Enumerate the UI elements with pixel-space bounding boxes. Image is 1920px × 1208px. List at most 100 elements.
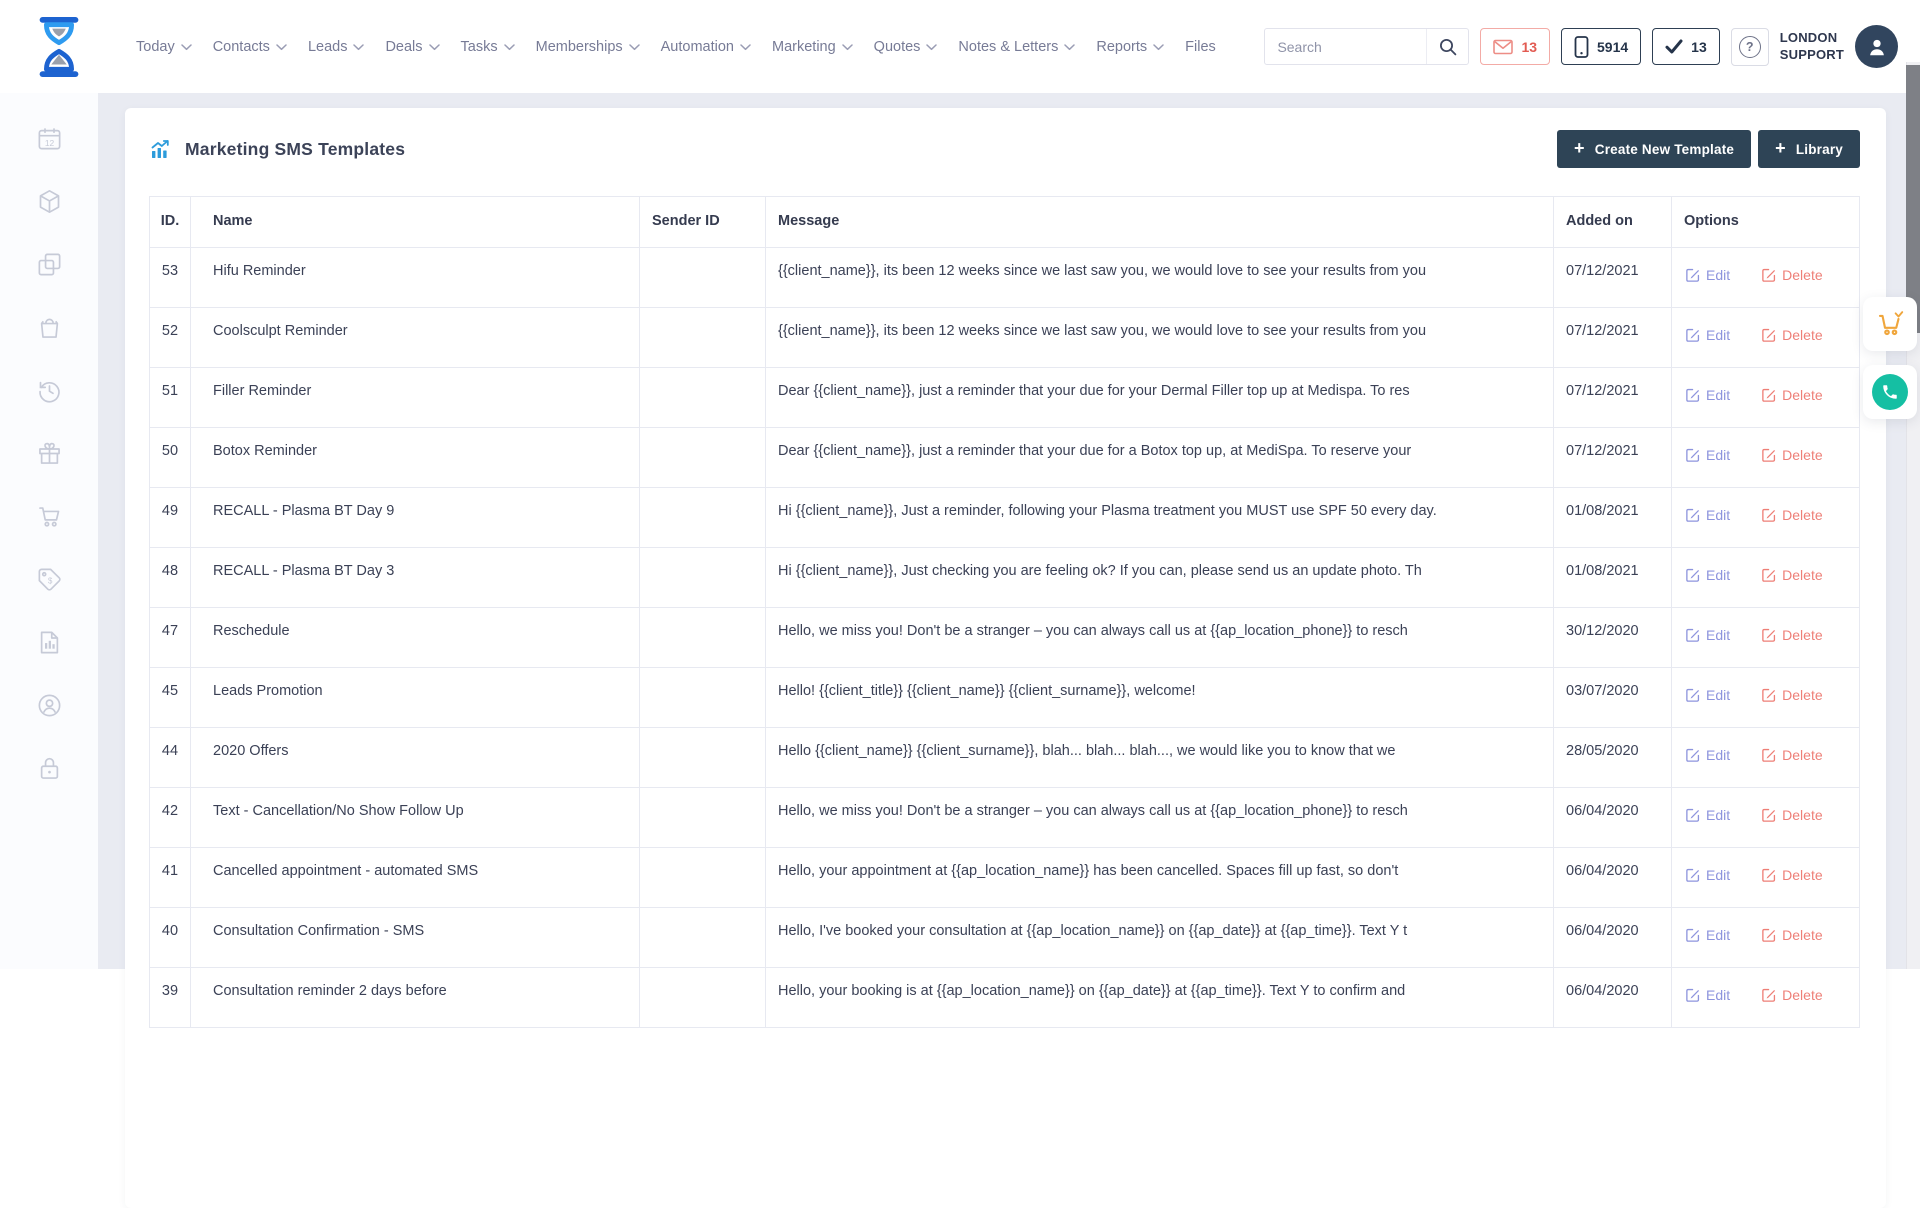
nav-item-reports[interactable]: Reports [1096,39,1164,55]
delete-icon [1762,388,1776,402]
delete-link[interactable]: Delete [1762,987,1822,1003]
help-button[interactable]: ? [1731,28,1769,66]
edit-icon [1686,508,1700,522]
delete-link[interactable]: Delete [1762,927,1822,943]
table-row: 50 Botox Reminder Dear {{client_name}}, … [150,428,1860,488]
topbar-right: 13 5914 13 ? LONDON SUPPORT [1264,25,1898,68]
user-circle-icon[interactable] [36,692,63,719]
delete-link[interactable]: Delete [1762,267,1822,283]
delete-link[interactable]: Delete [1762,627,1822,643]
search-input[interactable] [1265,39,1426,55]
delete-link[interactable]: Delete [1762,867,1822,883]
edit-link[interactable]: Edit [1686,927,1730,943]
delete-link[interactable]: Delete [1762,747,1822,763]
cart-icon[interactable] [36,503,63,530]
delete-link[interactable]: Delete [1762,567,1822,583]
table-row: 52 Coolsculpt Reminder {{client_name}}, … [150,308,1860,368]
cell-name: Consultation Confirmation - SMS [191,908,640,968]
edit-link[interactable]: Edit [1686,447,1730,463]
delete-link[interactable]: Delete [1762,687,1822,703]
app-logo[interactable] [30,16,88,78]
delete-link[interactable]: Delete [1762,447,1822,463]
phone-fab[interactable] [1863,365,1917,419]
nav-item-deals[interactable]: Deals [385,39,439,55]
table-row: 42 Text - Cancellation/No Show Follow Up… [150,788,1860,848]
report-icon[interactable] [36,629,63,656]
edit-link[interactable]: Edit [1686,867,1730,883]
account-avatar[interactable] [1855,25,1898,68]
table-row: 48 RECALL - Plasma BT Day 3 Hi {{client_… [150,548,1860,608]
edit-link[interactable]: Edit [1686,567,1730,583]
edit-link[interactable]: Edit [1686,627,1730,643]
edit-link[interactable]: Edit [1686,267,1730,283]
tasks-badge[interactable]: 13 [1652,28,1720,65]
phone-badge[interactable]: 5914 [1561,28,1641,65]
edit-link[interactable]: Edit [1686,747,1730,763]
delete-icon [1762,448,1776,462]
edit-link[interactable]: Edit [1686,327,1730,343]
cube-icon[interactable] [36,188,63,215]
delete-icon [1762,988,1776,1002]
nav-item-notes-letters[interactable]: Notes & Letters [958,39,1075,55]
edit-link[interactable]: Edit [1686,387,1730,403]
nav-item-leads[interactable]: Leads [308,39,365,55]
lock-icon[interactable] [36,755,63,782]
table-row: 47 Reschedule Hello, we miss you! Don't … [150,608,1860,668]
cart-fab[interactable] [1863,297,1917,351]
phone-icon [1881,383,1899,401]
table-row: 51 Filler Reminder Dear {{client_name}},… [150,368,1860,428]
delete-icon [1762,748,1776,762]
cell-message: Hello, we miss you! Don't be a stranger … [766,608,1554,668]
nav-item-files[interactable]: Files [1185,39,1216,55]
edit-icon [1686,688,1700,702]
col-message: Message [766,197,1554,248]
delete-link[interactable]: Delete [1762,327,1822,343]
edit-icon [1686,748,1700,762]
cell-id: 50 [150,428,191,488]
cell-message: {{client_name}}, its been 12 weeks since… [766,248,1554,308]
price-tag-icon[interactable]: $ [36,566,63,593]
scrollbar-thumb[interactable] [1906,65,1920,333]
question-mark-icon: ? [1739,36,1761,58]
calendar-icon[interactable]: 12 [36,125,63,152]
search-icon [1439,38,1457,56]
edit-icon [1686,988,1700,1002]
nav-item-quotes[interactable]: Quotes [874,39,938,55]
cell-message: Hello, your appointment at {{ap_location… [766,848,1554,908]
chevron-down-icon [1153,44,1164,51]
gift-icon[interactable] [36,440,63,467]
cell-sender-id [640,968,766,1028]
delete-link[interactable]: Delete [1762,387,1822,403]
nav-item-marketing[interactable]: Marketing [772,39,853,55]
delete-icon [1762,808,1776,822]
edit-link[interactable]: Edit [1686,987,1730,1003]
edit-link[interactable]: Edit [1686,507,1730,523]
edit-link[interactable]: Edit [1686,687,1730,703]
nav-item-tasks[interactable]: Tasks [461,39,515,55]
cell-message: {{client_name}}, its been 12 weeks since… [766,308,1554,368]
cell-message: Hello! {{client_title}} {{client_name}} … [766,668,1554,728]
messages-badge[interactable]: 13 [1480,28,1550,65]
copy-icon[interactable] [36,251,63,278]
nav-item-today[interactable]: Today [136,39,192,55]
messages-count: 13 [1521,39,1537,55]
templates-card: Marketing SMS Templates + Create New Tem… [125,108,1886,1208]
create-new-template-button[interactable]: + Create New Template [1557,130,1751,168]
edit-link[interactable]: Edit [1686,807,1730,823]
library-button[interactable]: + Library [1758,130,1860,168]
delete-link[interactable]: Delete [1762,807,1822,823]
history-icon[interactable] [36,377,63,404]
nav-item-automation[interactable]: Automation [661,39,751,55]
delete-link[interactable]: Delete [1762,507,1822,523]
nav-item-memberships[interactable]: Memberships [536,39,640,55]
shopping-bag-icon[interactable] [36,314,63,341]
search-button[interactable] [1426,29,1468,64]
edit-icon [1686,268,1700,282]
nav-item-contacts[interactable]: Contacts [213,39,287,55]
cell-message: Hello, I've booked your consultation at … [766,908,1554,968]
cell-name: Filler Reminder [191,368,640,428]
cell-message: Hi {{client_name}}, Just checking you ar… [766,548,1554,608]
cell-name: Consultation reminder 2 days before [191,968,640,1028]
cell-name: Botox Reminder [191,428,640,488]
cell-name: Text - Cancellation/No Show Follow Up [191,788,640,848]
